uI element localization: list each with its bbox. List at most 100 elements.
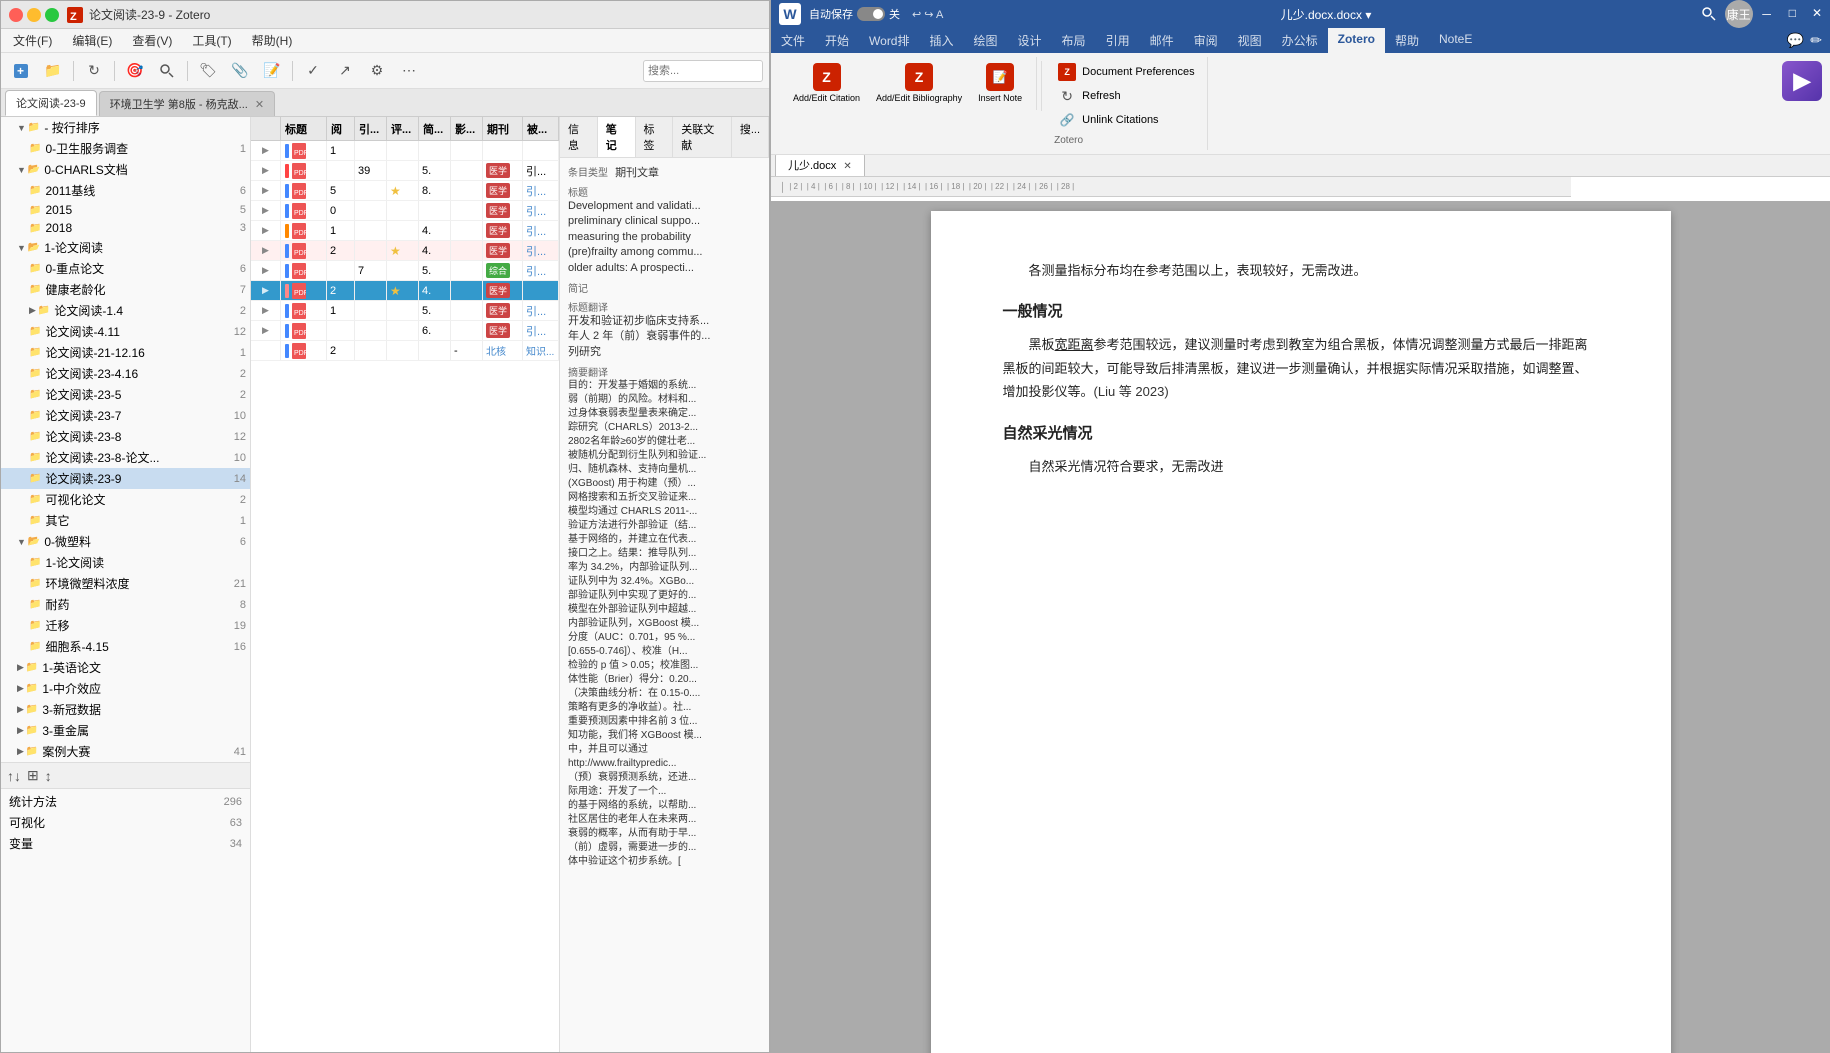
table-row[interactable]: ▶ PDF 2 ★ 4. 医学: [251, 281, 559, 301]
tag-tongji[interactable]: 统计方法 296: [5, 791, 246, 812]
tab-file[interactable]: 文件: [771, 28, 815, 53]
word-doc-area[interactable]: 各测量指标分布均在参考范围以上，表现较好，无需改进。 一般情况 黑板宽距离参考范…: [771, 201, 1830, 1053]
sidebar-item-21-12[interactable]: 📁 论文阅读-21-12.16 1: [1, 342, 250, 363]
prefs-btn[interactable]: ⚙: [363, 57, 391, 85]
col-impact[interactable]: 影...: [451, 117, 483, 140]
sidebar-item-3-xinguan[interactable]: ▶ 📁 3-新冠数据: [1, 699, 250, 720]
tab-close-icon[interactable]: ✕: [255, 99, 264, 111]
tab-mail[interactable]: 邮件: [1140, 28, 1184, 53]
col-cited[interactable]: 被...: [523, 117, 559, 140]
tab-layout[interactable]: 布局: [1052, 28, 1096, 53]
table-row[interactable]: ▶ PDF 2 ★ 4. 医学 引...: [251, 241, 559, 261]
sync-btn[interactable]: ↻: [80, 57, 108, 85]
doc-tab-close-icon[interactable]: ✕: [843, 161, 851, 172]
sidebar-item-qianyi[interactable]: 📁 迁移 19: [1, 615, 250, 636]
check-btn[interactable]: ✓: [299, 57, 327, 85]
user-avatar[interactable]: 康王: [1725, 0, 1753, 28]
sidebar-item-1-lunwen-sub[interactable]: 📁 1-论文阅读: [1, 552, 250, 573]
autosave-toggle[interactable]: [857, 7, 885, 21]
menu-file[interactable]: 文件(F): [5, 30, 60, 51]
sidebar-item-1-lunwen[interactable]: ▼ 📂 1-论文阅读: [1, 237, 250, 258]
sidebar-item-xibao[interactable]: 📁 细胞系-4.15 16: [1, 636, 250, 657]
tab-view[interactable]: 视图: [1228, 28, 1272, 53]
sidebar-item-1-4[interactable]: ▶ 📁 论文阅读-1.4 2: [1, 300, 250, 321]
table-row[interactable]: ▶ PDF 6. 医学 引...: [251, 321, 559, 341]
max-btn[interactable]: [45, 8, 59, 22]
tab-design[interactable]: 设计: [1008, 28, 1052, 53]
sidebar-item-1-zhongjie[interactable]: ▶ 📁 1-中介效应: [1, 678, 250, 699]
col-journal[interactable]: 期刊: [483, 117, 523, 140]
table-row[interactable]: PDF 2 - 北核 知识...: [251, 341, 559, 361]
tag-btn[interactable]: 🏷: [194, 57, 222, 85]
table-row[interactable]: ▶ PDF 1 5. 医学 引...: [251, 301, 559, 321]
tab-help[interactable]: 帮助: [1385, 28, 1429, 53]
maximize-btn[interactable]: □: [1789, 6, 1796, 23]
sidebar-item-anlida[interactable]: ▶ 📁 案例大赛 41: [1, 741, 250, 762]
doc-prefs-btn[interactable]: Z Document Preferences: [1054, 61, 1199, 83]
new-collection-btn[interactable]: 📁: [39, 57, 67, 85]
table-row[interactable]: ▶ PDF 7 5. 综合 引...: [251, 261, 559, 281]
menu-help[interactable]: 帮助(H): [244, 30, 301, 51]
tab-insert[interactable]: 插入: [920, 28, 964, 53]
advanced-btn[interactable]: ⋯: [395, 57, 423, 85]
sidebar-item-23-9[interactable]: 📁 论文阅读-23-9 14: [1, 468, 250, 489]
tab-office[interactable]: 办公标: [1272, 28, 1328, 53]
word-doc-tab-ersh[interactable]: 儿少.docx ✕: [775, 153, 865, 176]
tab-tags[interactable]: 标签: [636, 117, 674, 157]
sidebar-item-jiankang[interactable]: 📁 健康老龄化 7: [1, 279, 250, 300]
menu-view[interactable]: 查看(V): [124, 30, 180, 51]
menu-tools[interactable]: 工具(T): [184, 30, 239, 51]
sidebar-item-23-7[interactable]: 📁 论文阅读-23-7 10: [1, 405, 250, 426]
sidebar-item-23-4[interactable]: 📁 论文阅读-23-4.16 2: [1, 363, 250, 384]
tab-review[interactable]: 审阅: [1184, 28, 1228, 53]
minimize-btn[interactable]: －: [1761, 6, 1773, 23]
add-edit-citation-btn[interactable]: Z Add/Edit Citation: [787, 61, 866, 106]
new-item-btn[interactable]: +: [7, 57, 35, 85]
tab-references[interactable]: 引用: [1096, 28, 1140, 53]
refresh-btn[interactable]: ↻ Refresh: [1054, 85, 1199, 107]
sidebar-item-sort[interactable]: ▼ 📁 - 按行排序: [1, 117, 250, 138]
find-btn[interactable]: [153, 57, 181, 85]
export-btn[interactable]: ↗: [331, 57, 359, 85]
sidebar-item-3-zhongjianshu[interactable]: ▶ 📁 3-重金属: [1, 720, 250, 741]
sidebar-item-huanjing-suliao[interactable]: 📁 环境微塑料浓度 21: [1, 573, 250, 594]
sidebar-item-0-zhongdian[interactable]: 📁 0-重点论文 6: [1, 258, 250, 279]
sidebar-item-0-suliao[interactable]: ▼ 📂 0-微塑料 6: [1, 531, 250, 552]
sidebar-item-1-yingyu[interactable]: ▶ 📁 1-英语论文: [1, 657, 250, 678]
sidebar-item-charls[interactable]: ▼ 📂 0-CHARLS文档: [1, 159, 250, 180]
tag-bianliang[interactable]: 变量 34: [5, 833, 246, 854]
sort-desc-btn[interactable]: ⊞: [27, 767, 39, 784]
add-edit-bibliography-btn[interactable]: Z Add/Edit Bibliography: [870, 61, 968, 106]
sort-asc-btn[interactable]: ↑↓: [7, 768, 21, 784]
sidebar-item-2015[interactable]: 📁 2015 5: [1, 201, 250, 219]
col-citations[interactable]: 引...: [355, 117, 387, 140]
col-rating[interactable]: 评...: [387, 117, 419, 140]
col-read[interactable]: 阅: [327, 117, 355, 140]
table-row[interactable]: ▶ PDF 1 4. 医学 引...: [251, 221, 559, 241]
edit-btn[interactable]: ✏: [1810, 32, 1822, 49]
sidebar-item-2011[interactable]: 📁 2011基线 6: [1, 180, 250, 201]
tab-start[interactable]: 开始: [815, 28, 859, 53]
sidebar-item-23-8-lunwen[interactable]: 📁 论文阅读-23-8-论文... 10: [1, 447, 250, 468]
table-row[interactable]: ▶ PDF 5 ★ 8. 医学 引...: [251, 181, 559, 201]
sidebar-item-0-weisheng[interactable]: 📁 0-卫生服务调查 1: [1, 138, 250, 159]
min-btn[interactable]: [27, 8, 41, 22]
sidebar-item-23-8[interactable]: 📁 论文阅读-23-8 12: [1, 426, 250, 447]
note-btn[interactable]: 📝: [258, 57, 286, 85]
close-btn[interactable]: ✕: [1812, 6, 1822, 23]
insert-note-btn[interactable]: 📝 Insert Note: [972, 61, 1028, 106]
col-abstract[interactable]: 简...: [419, 117, 451, 140]
sidebar-item-2018[interactable]: 📁 2018 3: [1, 219, 250, 237]
tab-notes[interactable]: 笔记: [598, 117, 636, 157]
tag-keshihua[interactable]: 可视化 63: [5, 812, 246, 833]
locate-btn[interactable]: 🎯: [121, 57, 149, 85]
menu-edit[interactable]: 编辑(E): [64, 30, 120, 51]
search-input[interactable]: [643, 60, 763, 82]
search-icon[interactable]: [1701, 6, 1717, 22]
close-btn[interactable]: [9, 8, 23, 22]
sidebar-item-23-5[interactable]: 📁 论文阅读-23-5 2: [1, 384, 250, 405]
comment-btn[interactable]: 💬: [1787, 32, 1804, 49]
tab-lunwen-23-9[interactable]: 论文阅读-23-9: [5, 90, 97, 116]
table-row[interactable]: ▶ PDF 39 5. 医学 引...: [251, 161, 559, 181]
attachment-btn[interactable]: 📎: [226, 57, 254, 85]
